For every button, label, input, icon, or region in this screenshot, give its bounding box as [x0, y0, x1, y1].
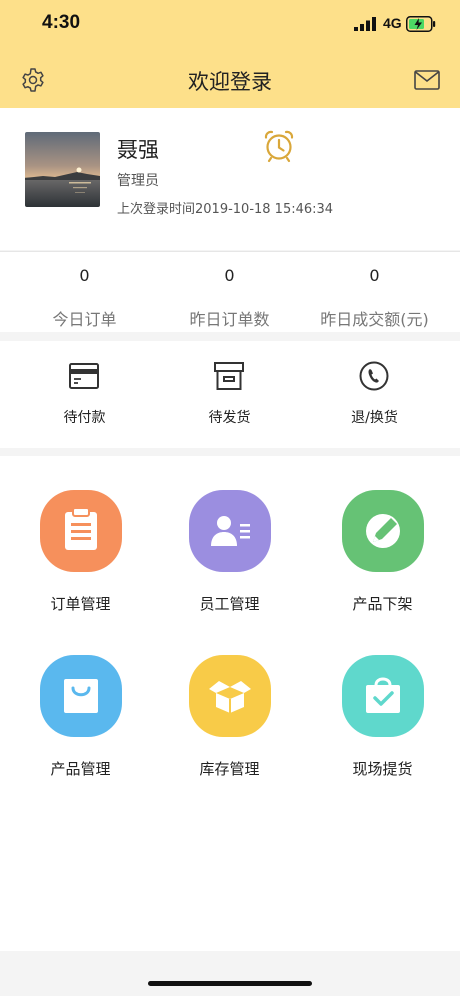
- clipboard-icon: [40, 490, 122, 572]
- last-login-time: 上次登录时间2019-10-18 15:46:34: [117, 202, 334, 217]
- profile-card: 聂强 管理员 上次登录时间2019-10-18 15:46:34: [0, 108, 460, 250]
- stat-label: 今日订单: [52, 310, 117, 329]
- module-grid: 订单管理 员工管理 产品下架 产品管理 库存管理 现场提货: [0, 456, 460, 951]
- grid-label: 现场提货: [352, 760, 413, 778]
- grid-label: 员工管理: [199, 595, 260, 613]
- box-icon: [214, 362, 244, 390]
- employee-card-icon: [189, 490, 271, 572]
- order-label: 待付款: [63, 410, 106, 426]
- stat-yesterday-revenue[interactable]: 0 昨日成交额(元): [298, 252, 451, 333]
- pen-icon: [342, 490, 424, 572]
- return-exchange-button[interactable]: 退/换货: [298, 341, 451, 448]
- pending-payment-button[interactable]: 待付款: [8, 341, 161, 448]
- stat-yesterday-orders[interactable]: 0 昨日订单数: [153, 252, 306, 333]
- signal-icon: [354, 17, 376, 31]
- alarm-clock-icon[interactable]: [263, 129, 295, 163]
- mail-icon[interactable]: [414, 70, 440, 90]
- order-status-row: 待付款 待发货 退/换货: [0, 341, 460, 448]
- grid-label: 订单管理: [50, 595, 111, 613]
- phone-icon: [359, 361, 389, 391]
- shopping-bag-icon: [40, 655, 122, 737]
- stat-value: 0: [369, 266, 380, 285]
- card-icon: [69, 363, 99, 389]
- status-time: 4:30: [42, 12, 81, 33]
- page-title: 欢迎登录: [188, 70, 272, 94]
- grid-label: 库存管理: [199, 760, 260, 778]
- avatar[interactable]: [25, 132, 100, 207]
- inventory-management-button[interactable]: 库存管理: [153, 655, 306, 805]
- on-site-pickup-button[interactable]: 现场提货: [306, 655, 459, 805]
- product-delist-button[interactable]: 产品下架: [306, 490, 459, 640]
- order-label: 退/换货: [351, 410, 398, 426]
- user-name: 聂强: [117, 138, 159, 162]
- battery-icon: [406, 16, 436, 32]
- stats-row: 0 今日订单 0 昨日订单数 0 昨日成交额(元): [0, 251, 460, 332]
- product-management-button[interactable]: 产品管理: [4, 655, 157, 805]
- open-box-icon: [189, 655, 271, 737]
- stat-value: 0: [224, 266, 235, 285]
- status-bar: 4:30 4G: [0, 0, 460, 48]
- nav-bar: 欢迎登录: [0, 48, 460, 108]
- order-label: 待发货: [208, 410, 251, 426]
- user-role: 管理员: [117, 173, 159, 189]
- grid-label: 产品管理: [50, 760, 111, 778]
- stat-label: 昨日成交额(元): [320, 310, 429, 329]
- grid-label: 产品下架: [352, 595, 413, 613]
- stat-value: 0: [79, 266, 90, 285]
- order-management-button[interactable]: 订单管理: [4, 490, 157, 640]
- stat-today-orders[interactable]: 0 今日订单: [8, 252, 161, 333]
- employee-management-button[interactable]: 员工管理: [153, 490, 306, 640]
- network-type: 4G: [383, 15, 402, 31]
- check-bag-icon: [342, 655, 424, 737]
- stat-label: 昨日订单数: [189, 310, 270, 329]
- home-indicator[interactable]: [148, 981, 312, 986]
- pending-shipment-button[interactable]: 待发货: [153, 341, 306, 448]
